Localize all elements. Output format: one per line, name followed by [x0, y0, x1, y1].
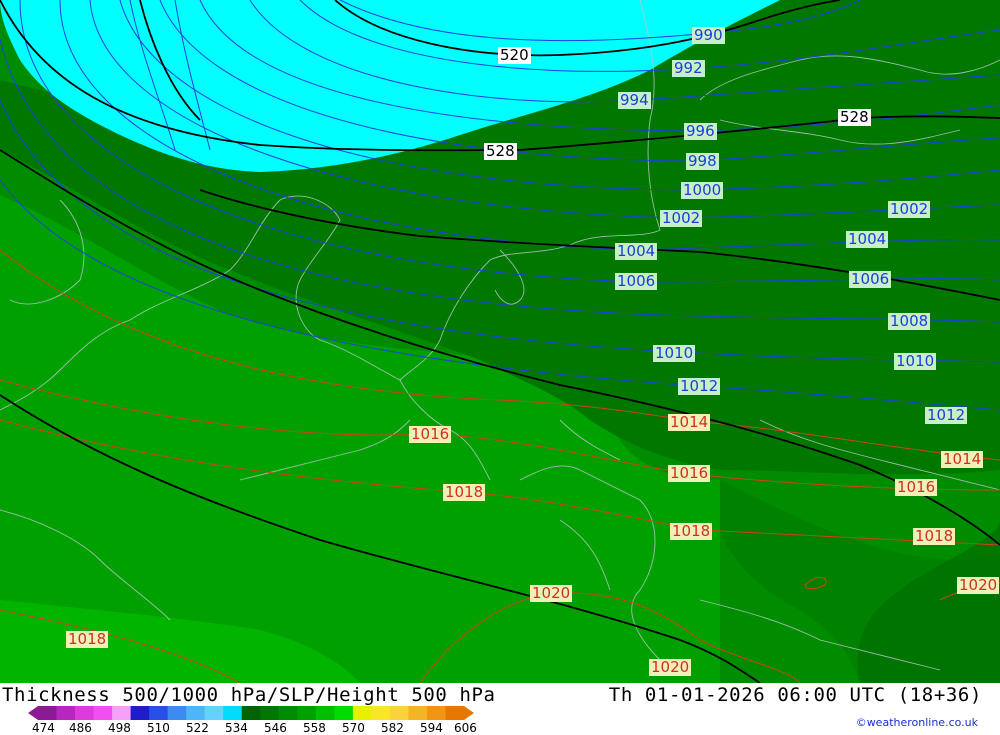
slp-label: 1008 [888, 312, 931, 330]
slp-label: 992 [672, 59, 705, 77]
colorbar-swatch [130, 706, 150, 720]
slp-label: 998 [686, 152, 719, 170]
colorbar-swatch [371, 706, 391, 720]
slp-label: 1018 [913, 527, 956, 545]
colorbar-swatch [352, 706, 372, 720]
colorbar-swatch [149, 706, 169, 720]
slp-label: 1010 [894, 352, 937, 370]
slp-label: 1018 [670, 522, 713, 540]
valid-time: Th 01-01-2026 06:00 UTC (18+36) [608, 684, 982, 706]
slp-label: 1006 [615, 272, 658, 290]
slp-label: 1004 [846, 230, 889, 248]
colorbar-swatch [315, 706, 335, 720]
thickness-colorbar [28, 706, 474, 720]
colorbar-swatch [334, 706, 354, 720]
colorbar-swatch [389, 706, 409, 720]
slp-label: 1010 [653, 344, 696, 362]
weather-map [0, 0, 1000, 683]
slp-label: 1012 [678, 377, 721, 395]
credit-link[interactable]: ©weatheronline.co.uk [856, 716, 978, 729]
slp-label: 1014 [668, 413, 711, 431]
slp-label: 1002 [660, 209, 703, 227]
slp-label: 1006 [849, 270, 892, 288]
slp-label: 1012 [925, 406, 968, 424]
colorbar-swatch [426, 706, 446, 720]
colorbar-swatch [167, 706, 187, 720]
slp-label: 1016 [668, 464, 711, 482]
slp-label: 1018 [66, 630, 109, 648]
colorbar-swatch [186, 706, 206, 720]
slp-label: 1016 [895, 478, 938, 496]
colorbar-swatch [112, 706, 132, 720]
colorbar-swatch [204, 706, 224, 720]
slp-label: 1018 [443, 483, 486, 501]
colorbar-swatch [408, 706, 428, 720]
slp-label: 1002 [888, 200, 931, 218]
colorbar-swatch [445, 706, 465, 720]
slp-label: 1020 [649, 658, 692, 676]
colorbar-right-tip [464, 706, 474, 720]
slp-label: 1016 [409, 425, 452, 443]
slp-label: 1000 [681, 181, 724, 199]
slp-label: 990 [692, 26, 725, 44]
height-label: 528 [484, 142, 517, 160]
colorbar-swatch [93, 706, 113, 720]
slp-label: 994 [618, 91, 651, 109]
colorbar-swatch [297, 706, 317, 720]
slp-label: 1014 [941, 450, 984, 468]
colorbar-left-tip [28, 706, 38, 720]
colorbar-swatch [38, 706, 58, 720]
colorbar-swatch [223, 706, 243, 720]
slp-label: 1004 [615, 242, 658, 260]
height-label: 528 [838, 108, 871, 126]
colorbar-swatch [278, 706, 298, 720]
colorbar-swatch [75, 706, 95, 720]
height-label: 520 [498, 46, 531, 64]
slp-label: 1020 [957, 576, 1000, 594]
slp-label: 996 [684, 122, 717, 140]
colorbar-swatch [56, 706, 76, 720]
colorbar-swatch [241, 706, 261, 720]
map-title: Thickness 500/1000 hPa/SLP/Height 500 hP… [2, 684, 496, 706]
slp-label: 1020 [530, 584, 573, 602]
colorbar-swatch [260, 706, 280, 720]
